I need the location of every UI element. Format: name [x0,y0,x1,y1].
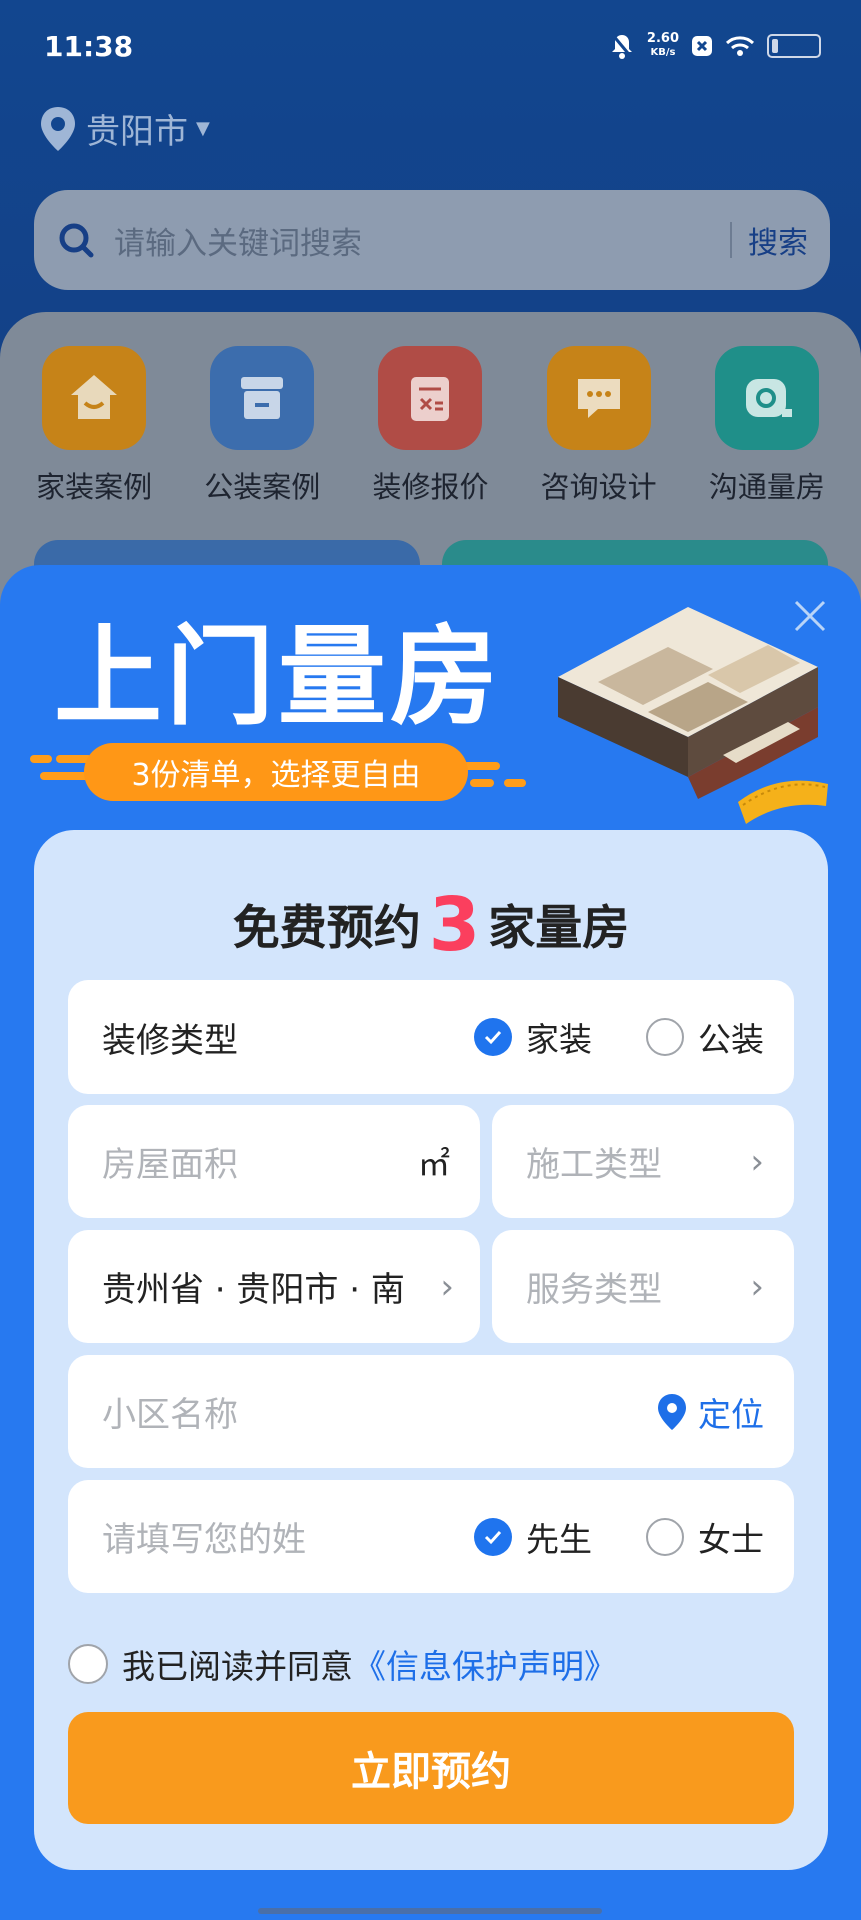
search-divider [730,222,732,258]
unchecked-radio-icon [646,1517,684,1556]
location-pin-icon [658,1393,686,1430]
decoration-type-label: 装修类型 [102,1020,238,1061]
form-title: 免费预约 3 家量房 [232,882,630,968]
caret-down-icon: ▼ [196,118,210,139]
chevron-right-icon: › [750,1141,764,1182]
battery-icon [767,34,821,58]
checked-radio-icon [474,1018,512,1056]
construction-type-select[interactable]: 施工类型 › [492,1105,794,1218]
chevron-right-icon: › [750,1266,764,1307]
search-bar[interactable]: 请输入关键词搜索 搜索 [34,190,830,290]
mute-bell-icon [610,33,634,59]
radio-home-decoration[interactable]: 家装 [474,1013,592,1061]
home-indicator [258,1908,602,1914]
storefront-icon [241,377,284,419]
agreement-checkbox[interactable] [68,1644,108,1684]
status-time: 11:38 [44,30,134,63]
community-input[interactable]: 小区名称 [102,1387,656,1436]
calculator-icon [411,377,450,421]
surname-row: 请填写您的姓 先生 女士 [68,1480,794,1593]
decoration-type-row: 装修类型 家装 公装 [68,980,794,1094]
radio-mr[interactable]: 先生 [474,1513,592,1561]
agreement-row: 我已阅读并同意 《信息保护声明》 [68,1640,617,1688]
category-quote[interactable]: 装修报价 [355,346,505,506]
location-pin-icon [41,106,75,151]
area-field[interactable]: 房屋面积 ㎡ [68,1105,480,1218]
service-type-select[interactable]: 服务类型 › [492,1230,794,1343]
unchecked-radio-icon [646,1018,684,1056]
category-commercial-cases[interactable]: 公装案例 [187,346,337,506]
search-icon [59,223,94,258]
hero-subtitle-ribbon: 3份清单，选择更自由 [84,743,468,801]
status-bar: 11:38 2.60 KB/s [0,0,861,100]
net-speed: 2.60 KB/s [646,31,679,59]
category-grid: 家装案例 公装案例 装修报价 咨询设计 沟通量房 [0,346,861,506]
area-input[interactable]: 房屋面积 [102,1137,418,1186]
booking-modal: 上门量房 3份清单，选择更自由 免费预约 3 家量房 装修类型 家装 公装 房屋… [0,565,861,1920]
city-name: 贵阳市 [86,112,188,152]
close-icon[interactable] [793,599,827,633]
search-input[interactable]: 请输入关键词搜索 [114,218,730,263]
wifi-icon [725,36,755,56]
form-title-count: 3 [428,882,481,968]
chevron-right-icon: › [440,1266,454,1307]
ribbon-deco-line [504,779,526,787]
city-selector[interactable]: 贵阳市 ▼ [38,104,210,153]
category-measure-room[interactable]: 沟通量房 [692,346,842,506]
house-icon [71,375,118,419]
region-select[interactable]: 贵州省 · 贵阳市 · 南 › [68,1230,480,1343]
search-button[interactable]: 搜索 [748,218,808,262]
region-value: 贵州省 · 贵阳市 · 南 [102,1270,405,1310]
privacy-policy-link[interactable]: 《信息保护声明》 [353,1640,617,1688]
radio-ms[interactable]: 女士 [646,1513,764,1561]
radio-commercial-decoration[interactable]: 公装 [646,1013,764,1061]
booking-form-card: 免费预约 3 家量房 装修类型 家装 公装 房屋面积 ㎡ 施工类型 › 贵州省 … [34,830,828,1870]
tape-measure-icon [745,379,792,417]
category-design-consult[interactable]: 咨询设计 [524,346,674,506]
chat-icon [577,379,620,418]
community-field: 小区名称 定位 [68,1355,794,1468]
hero-title: 上门量房 [54,615,503,740]
checked-radio-icon [474,1517,512,1556]
notification-x-icon [692,36,712,56]
category-home-cases[interactable]: 家装案例 [19,346,169,506]
ribbon-deco-line [470,779,494,787]
ribbon-deco-line [30,755,52,763]
area-unit: ㎡ [417,1144,450,1183]
locate-button[interactable]: 定位 [656,1388,764,1436]
submit-booking-button[interactable]: 立即预约 [68,1712,794,1824]
surname-input[interactable]: 请填写您的姓 [102,1512,420,1561]
